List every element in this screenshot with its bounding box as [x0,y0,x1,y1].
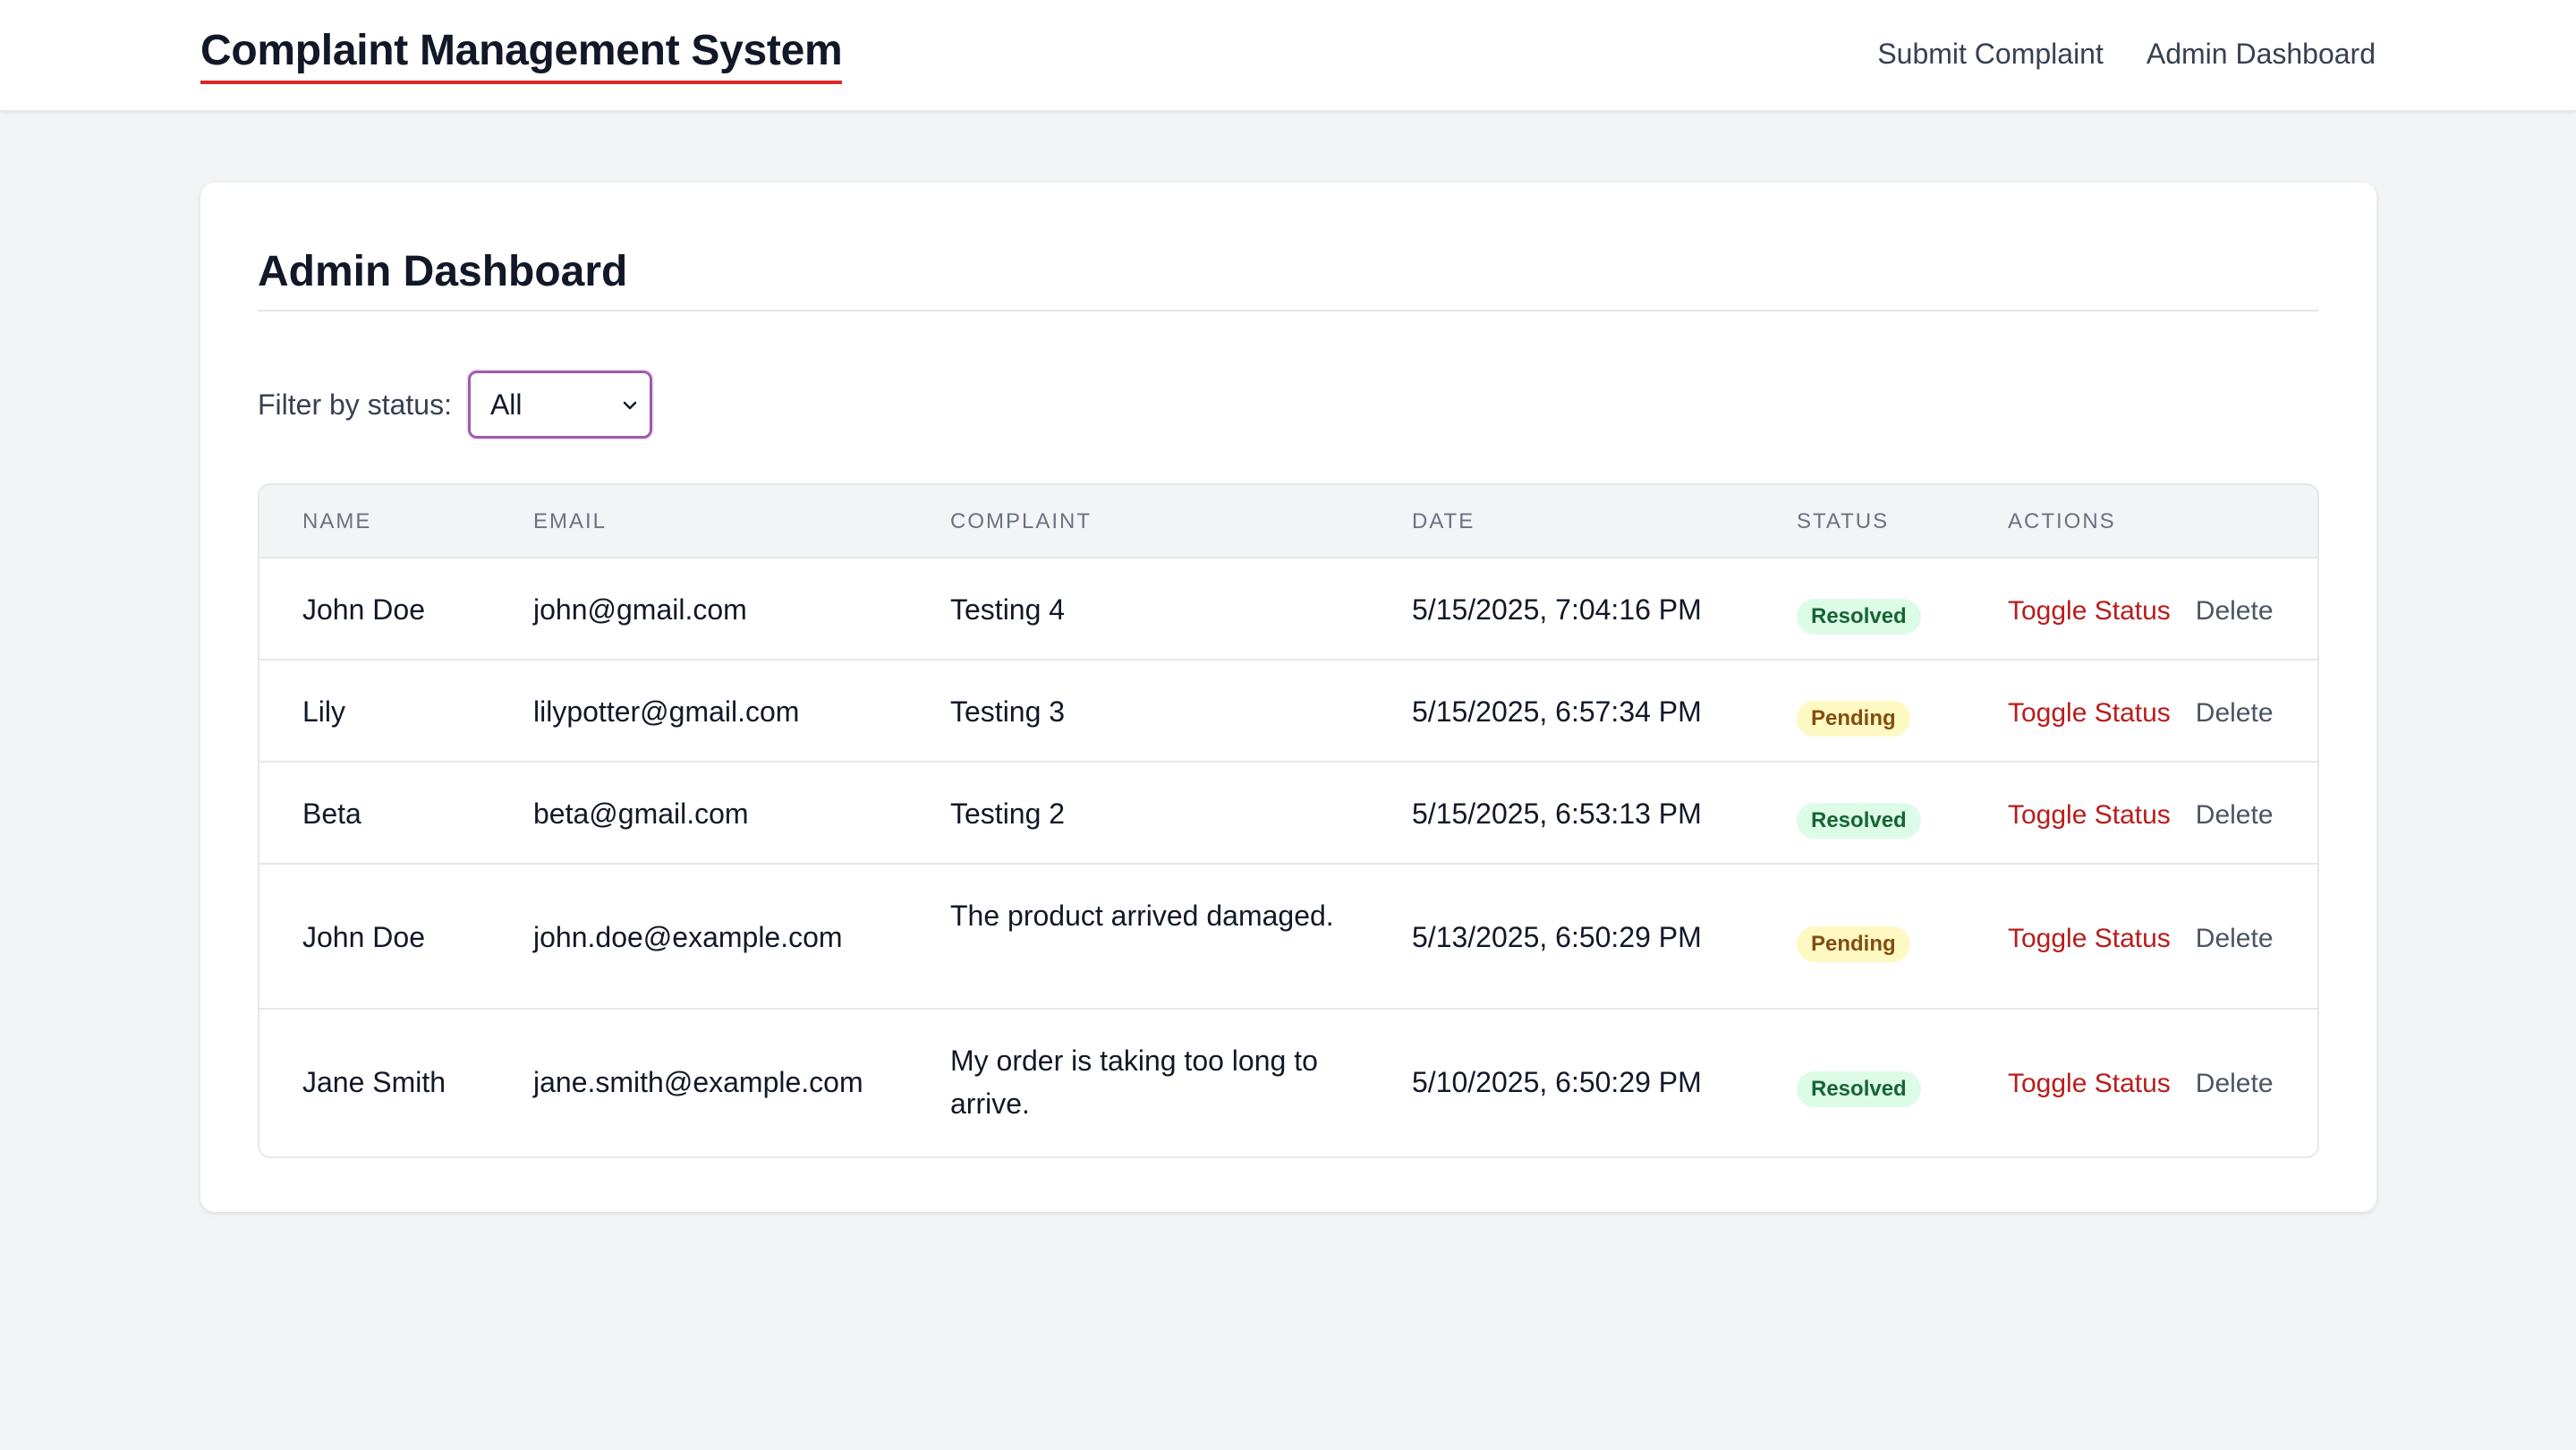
cell-complaint: Testing 4 [950,593,1066,626]
chevron-down-icon [623,401,637,410]
toggle-status-button[interactable]: Toggle Status [2008,698,2171,728]
title-divider [258,310,2319,311]
cell-complaint: My order is taking too long to arrive. [950,1045,1318,1120]
toggle-status-button[interactable]: Toggle Status [2008,1069,2171,1098]
column-header-actions: ACTIONS [2008,509,2116,533]
delete-button[interactable]: Delete [2196,924,2274,953]
cell-status: Pending [1797,919,1910,962]
cell-status: Resolved [1797,1064,1921,1107]
column-header-complaint: COMPLAINT [950,509,1092,533]
table-row: Beta beta@gmail.com Testing 2 5/15/2025,… [259,763,2317,865]
cell-email: john@gmail.com [533,593,747,626]
cell-email: jane.smith@example.com [533,1066,863,1098]
filter-label: Filter by status: [258,388,452,421]
delete-button[interactable]: Delete [2196,800,2274,830]
status-badge: Pending [1797,926,1910,962]
cell-date: 5/15/2025, 7:04:16 PM [1412,593,1702,626]
cell-complaint: Testing 2 [950,798,1066,830]
nav-link-admin-dashboard[interactable]: Admin Dashboard [2147,34,2376,73]
cell-actions: Toggle Status Delete [2008,792,2274,837]
cell-actions: Toggle Status Delete [2008,916,2274,960]
column-header-date: DATE [1412,509,1475,533]
delete-button[interactable]: Delete [2196,1069,2274,1098]
status-badge: Resolved [1797,803,1921,839]
cell-actions: Toggle Status Delete [2008,690,2274,735]
status-filter: Filter by status: All [258,371,652,439]
cell-actions: Toggle Status Delete [2008,588,2274,633]
cell-complaint: Testing 3 [950,695,1066,728]
column-header-name: NAME [302,509,372,533]
cell-name: Beta [302,798,361,830]
cell-date: 5/10/2025, 6:50:29 PM [1412,1066,1702,1098]
cell-email: lilypotter@gmail.com [533,695,800,728]
table-row: Jane Smith jane.smith@example.com My ord… [259,1010,2317,1155]
cell-name: John Doe [302,921,425,953]
status-badge: Resolved [1797,599,1921,635]
toggle-status-button[interactable]: Toggle Status [2008,596,2171,626]
dashboard-card: Admin Dashboard Filter by status: All NA… [200,183,2376,1212]
cell-date: 5/15/2025, 6:57:34 PM [1412,695,1702,728]
status-filter-select[interactable]: All [467,371,652,439]
complaints-table: NAME EMAIL COMPLAINT DATE STATUS ACTIONS… [258,483,2319,1158]
cell-status: Resolved [1797,796,1921,839]
cell-name: Jane Smith [302,1066,446,1098]
cell-name: Lily [302,695,346,728]
cell-name: John Doe [302,593,425,626]
top-navbar: Complaint Management System Submit Compl… [0,0,2576,111]
delete-button[interactable]: Delete [2196,698,2274,728]
cell-date: 5/15/2025, 6:53:13 PM [1412,798,1702,830]
page-title: Admin Dashboard [258,248,628,295]
cell-complaint: The product arrived damaged. [950,900,1334,932]
table-header: NAME EMAIL COMPLAINT DATE STATUS ACTIONS [259,485,2317,559]
status-badge: Pending [1797,701,1910,737]
cell-status: Resolved [1797,592,1921,635]
cell-email: beta@gmail.com [533,798,749,830]
column-header-email: EMAIL [533,509,608,533]
cell-date: 5/13/2025, 6:50:29 PM [1412,921,1702,953]
table-row: Lily lilypotter@gmail.com Testing 3 5/15… [259,661,2317,763]
toggle-status-button[interactable]: Toggle Status [2008,800,2171,830]
table-row: John Doe john@gmail.com Testing 4 5/15/2… [259,559,2317,661]
column-header-status: STATUS [1797,509,1890,533]
cell-status: Pending [1797,694,1910,737]
toggle-status-button[interactable]: Toggle Status [2008,924,2171,953]
status-badge: Resolved [1797,1071,1921,1107]
delete-button[interactable]: Delete [2196,596,2274,626]
nav-link-submit-complaint[interactable]: Submit Complaint [1877,34,2104,73]
cell-actions: Toggle Status Delete [2008,1061,2274,1105]
cell-email: john.doe@example.com [533,921,843,953]
status-filter-value: All [489,388,523,421]
app-title[interactable]: Complaint Management System [200,25,843,84]
nav-links: Submit Complaint Admin Dashboard [1877,34,2376,73]
table-row: John Doe john.doe@example.com The produc… [259,865,2317,1010]
